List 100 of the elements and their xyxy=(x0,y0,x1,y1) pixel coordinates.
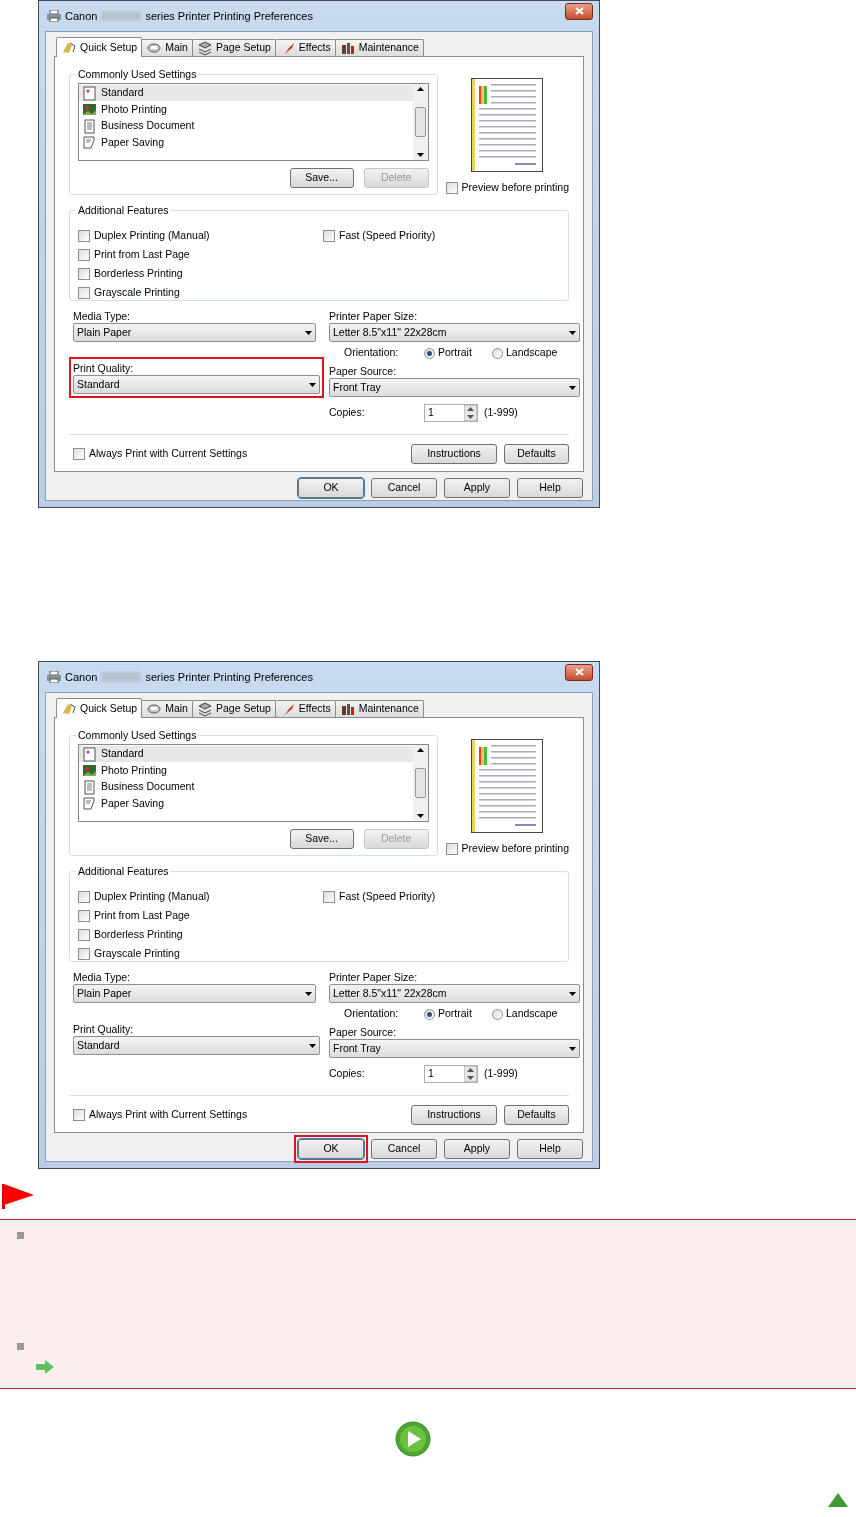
radio-button[interactable] xyxy=(492,1008,503,1020)
tab[interactable]: Main xyxy=(141,700,193,717)
tab[interactable]: Maintenance xyxy=(334,39,424,56)
checkbox[interactable] xyxy=(78,948,90,961)
scroll-thumb[interactable] xyxy=(414,767,426,798)
checkbox-label: Print from Last Page xyxy=(94,908,190,924)
checkbox[interactable] xyxy=(73,1109,85,1121)
checkbox-label: Fast (Speed Priority) xyxy=(339,889,436,905)
field-label: Print Quality: xyxy=(73,1022,135,1036)
paper-icon xyxy=(82,135,97,150)
dropdown[interactable]: Standard xyxy=(73,375,320,394)
dropdown[interactable]: Front Tray xyxy=(329,1039,580,1058)
checkbox[interactable] xyxy=(78,249,90,262)
layers-icon xyxy=(196,701,213,717)
dialog-button[interactable]: Cancel xyxy=(371,1139,437,1159)
instructions-button[interactable]: Instructions xyxy=(411,444,497,464)
dropdown-arrow-icon xyxy=(305,991,312,996)
dialog-button[interactable]: Help xyxy=(517,1139,583,1159)
tab[interactable]: Quick Setup xyxy=(56,37,143,57)
checkbox[interactable] xyxy=(73,448,85,460)
dialog-button[interactable]: OK xyxy=(298,1139,364,1159)
list-item[interactable]: Business Document xyxy=(79,778,413,796)
dropdown-arrow-icon xyxy=(569,330,576,335)
blurred-text xyxy=(101,11,142,21)
tab[interactable]: Quick Setup xyxy=(56,698,143,718)
group-label: Additional Features xyxy=(77,864,170,879)
dialog-button[interactable]: OK xyxy=(298,478,364,498)
checkbox[interactable] xyxy=(323,891,335,904)
scrollbar[interactable] xyxy=(412,83,428,160)
save-button[interactable]: Save... xyxy=(289,828,354,849)
checkbox[interactable] xyxy=(78,268,90,281)
arrow-icon xyxy=(36,1360,54,1374)
close-button[interactable] xyxy=(565,2,593,20)
field-label: Printer Paper Size: xyxy=(329,309,419,323)
radio-button[interactable] xyxy=(424,347,435,359)
window-title: Canon xyxy=(65,8,98,24)
document-icon xyxy=(82,118,97,134)
spin-arrows-icon xyxy=(464,1066,477,1082)
dropdown[interactable]: Plain Paper xyxy=(73,323,316,342)
checkbox[interactable] xyxy=(323,230,335,243)
list-item[interactable]: Business Document xyxy=(79,117,413,135)
scrollbar[interactable] xyxy=(412,744,428,821)
scroll-thumb[interactable] xyxy=(414,106,426,137)
checkbox[interactable] xyxy=(78,287,90,300)
dropdown[interactable]: Standard xyxy=(73,1036,320,1055)
tab[interactable]: Maintenance xyxy=(334,700,424,717)
checkbox-label: Borderless Printing xyxy=(94,927,183,943)
list-item[interactable]: Paper Saving xyxy=(79,795,413,812)
tab[interactable]: Page Setup xyxy=(191,700,276,717)
tools-icon xyxy=(339,40,356,56)
checkbox[interactable] xyxy=(78,910,90,923)
scroll-up-icon xyxy=(416,86,424,91)
field-label: Printer Paper Size: xyxy=(329,970,419,984)
checkbox-label: Always Print with Current Settings xyxy=(89,1107,248,1123)
dialog-button[interactable]: Cancel xyxy=(371,478,437,498)
dialog-button[interactable]: Apply xyxy=(444,1139,510,1159)
paper-icon xyxy=(82,796,97,811)
field-label: Media Type: xyxy=(73,970,131,984)
close-button[interactable] xyxy=(565,663,593,681)
tab[interactable]: Main xyxy=(141,39,193,56)
dropdown[interactable]: Letter 8.5"x11" 22x28cm xyxy=(329,984,580,1003)
scroll-up-icon xyxy=(416,747,424,752)
list-item[interactable]: Photo Printing xyxy=(79,101,413,118)
save-button[interactable]: Save... xyxy=(289,167,354,188)
window-title: series Printer Printing Preferences xyxy=(145,8,313,24)
group-label: Additional Features xyxy=(77,203,170,218)
dropdown[interactable]: Front Tray xyxy=(329,378,580,397)
scroll-down-icon xyxy=(416,152,424,157)
field-label: Copies: xyxy=(329,1066,366,1082)
tab[interactable]: Page Setup xyxy=(191,39,276,56)
checkbox[interactable] xyxy=(445,181,458,194)
dialog-button[interactable]: Apply xyxy=(444,478,510,498)
instructions-button[interactable]: Instructions xyxy=(411,1105,497,1125)
checkbox[interactable] xyxy=(78,230,90,243)
checkbox[interactable] xyxy=(445,842,458,855)
tab[interactable]: Effects xyxy=(274,39,336,56)
group-label: Commonly Used Settings xyxy=(77,728,198,743)
range-label: (1-999) xyxy=(484,405,518,421)
checkbox[interactable] xyxy=(78,891,90,904)
dropdown[interactable]: Letter 8.5"x11" 22x28cm xyxy=(329,323,580,342)
list-item[interactable]: Standard xyxy=(79,84,413,102)
radio-button[interactable] xyxy=(492,347,503,359)
radio-label: Portrait xyxy=(438,345,472,361)
radio-button[interactable] xyxy=(424,1008,435,1020)
document-icon xyxy=(82,779,97,795)
dialog-button[interactable]: Help xyxy=(517,478,583,498)
list-item[interactable]: Photo Printing xyxy=(79,762,413,779)
dropdown[interactable]: Plain Paper xyxy=(73,984,316,1003)
defaults-button[interactable]: Defaults xyxy=(504,444,569,464)
layers-icon xyxy=(196,40,213,56)
spin-field[interactable]: 1 xyxy=(424,1065,478,1083)
list-item[interactable]: Paper Saving xyxy=(79,134,413,151)
list-item[interactable]: Standard xyxy=(79,745,413,763)
spin-field[interactable]: 1 xyxy=(424,404,478,422)
photo-icon xyxy=(82,102,97,117)
next-page-icon xyxy=(395,1421,431,1457)
checkbox[interactable] xyxy=(78,929,90,942)
defaults-button[interactable]: Defaults xyxy=(504,1105,569,1125)
dropdown-arrow-icon xyxy=(309,1043,316,1048)
tab[interactable]: Effects xyxy=(274,700,336,717)
